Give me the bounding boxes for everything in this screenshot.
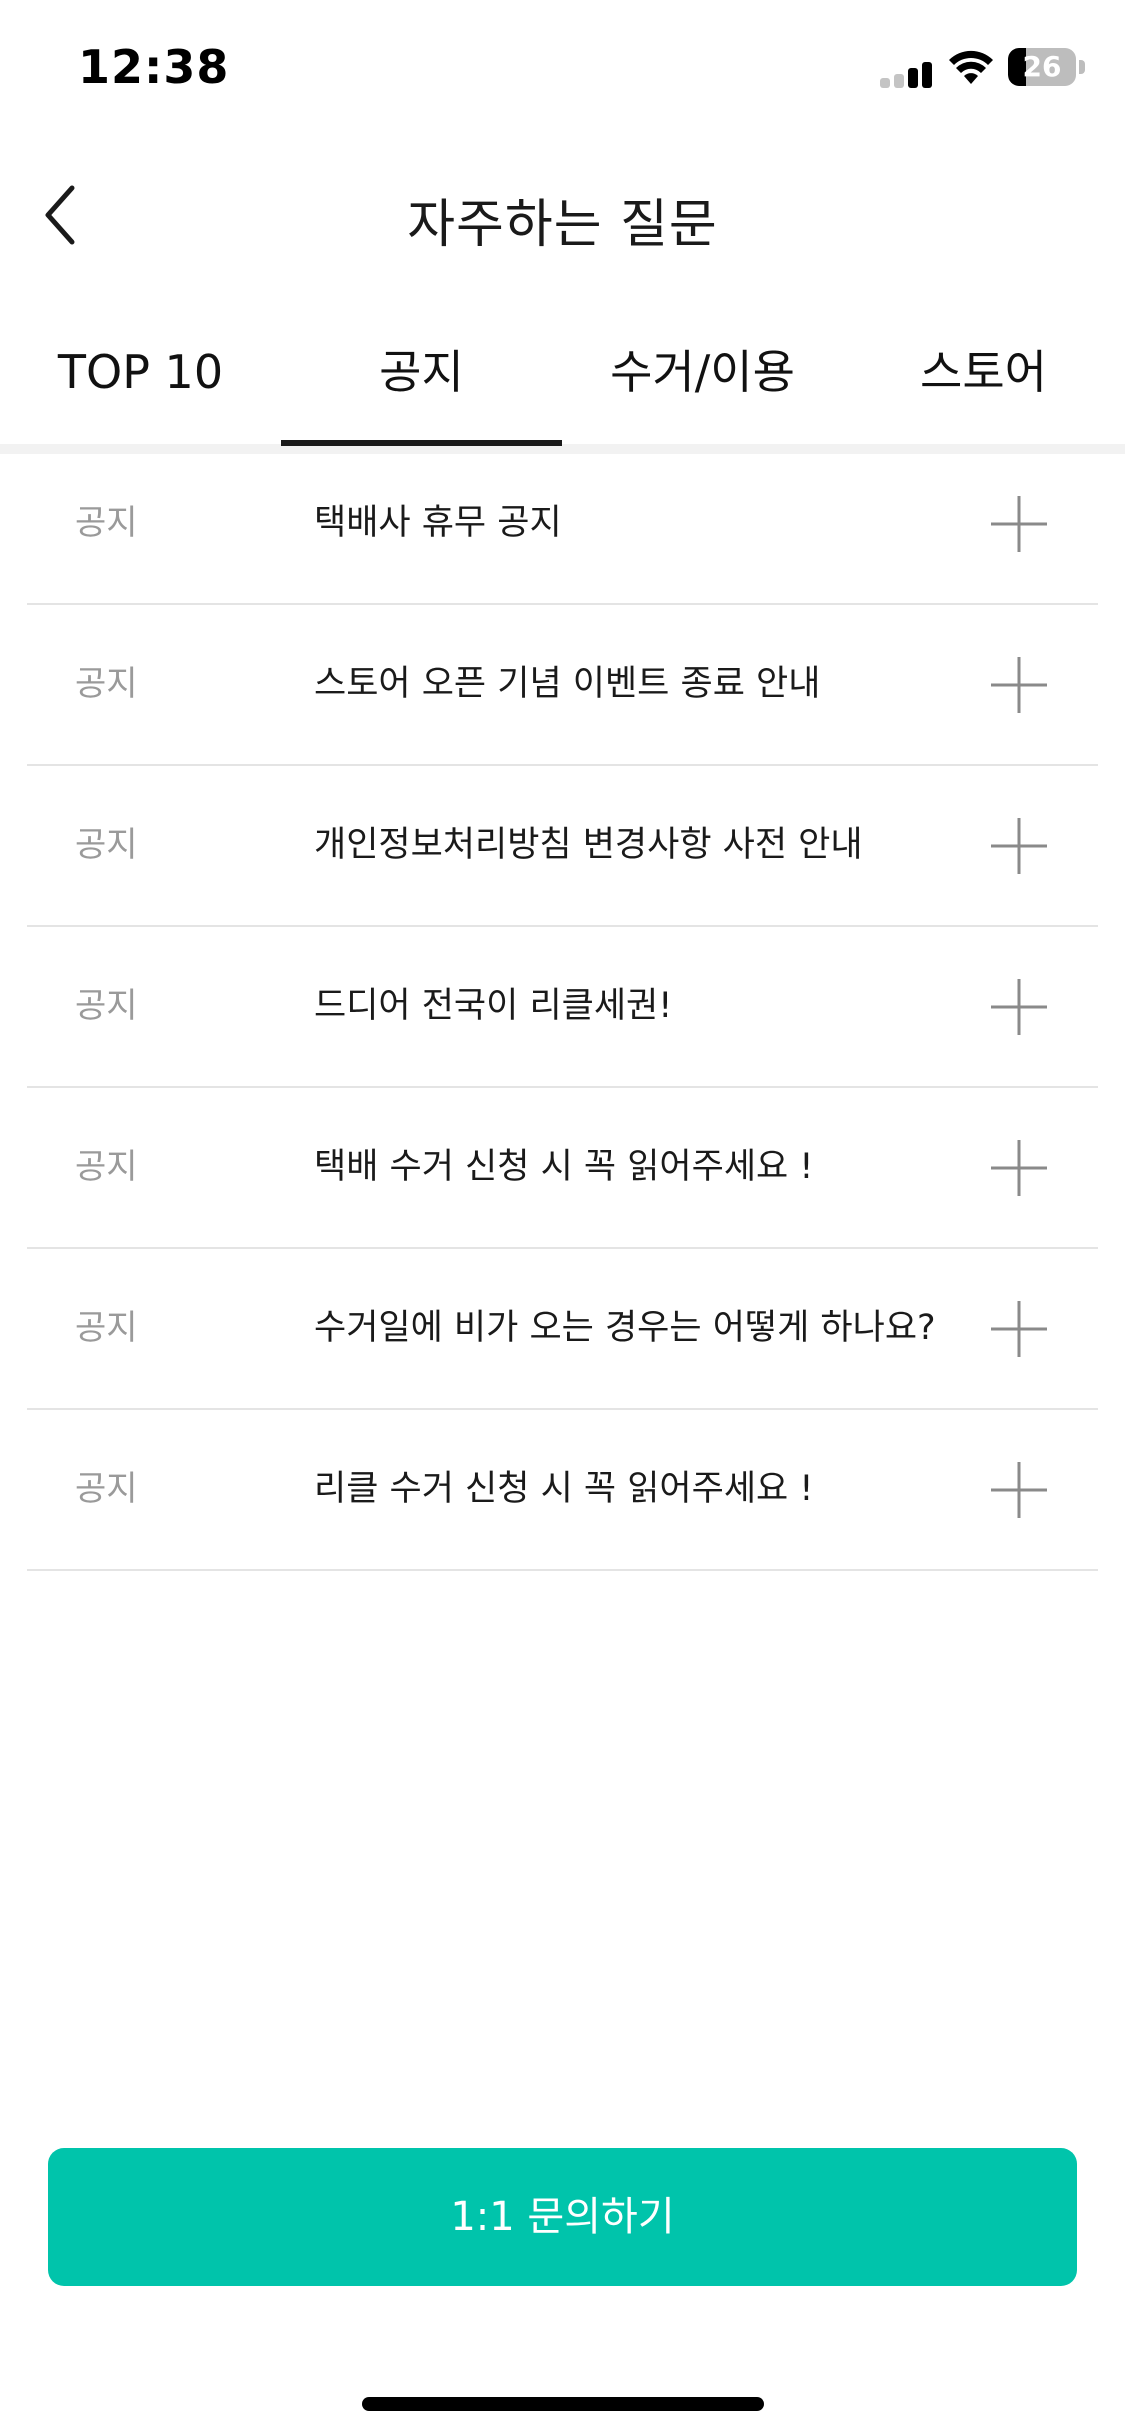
list-item[interactable]: 공지 택배 수거 신청 시 꼭 읽어주세요 !	[27, 1088, 1098, 1249]
tab-collection-usage[interactable]: 수거/이용	[562, 322, 843, 444]
tab-label: 공지	[379, 345, 464, 399]
plus-icon[interactable]	[991, 496, 1047, 552]
category-tabs: TOP 10 공지 수거/이용 스토어	[0, 322, 1125, 454]
tab-top10[interactable]: TOP 10	[0, 322, 281, 444]
notice-category: 공지	[75, 825, 138, 865]
home-indicator	[362, 2397, 764, 2411]
list-item[interactable]: 공지 개인정보처리방침 변경사항 사전 안내	[27, 766, 1098, 927]
tab-store[interactable]: 스토어	[843, 322, 1124, 444]
wifi-icon	[949, 50, 993, 84]
status-time: 12:38	[78, 40, 230, 94]
page-title: 자주하는 질문	[407, 195, 718, 255]
notice-title: 개인정보처리방침 변경사항 사전 안내	[314, 825, 863, 865]
notice-title: 스토어 오픈 기념 이벤트 종료 안내	[314, 664, 821, 704]
plus-icon[interactable]	[991, 979, 1047, 1035]
list-item[interactable]: 공지 택배사 휴무 공지	[27, 444, 1098, 605]
tab-label: 스토어	[920, 345, 1047, 399]
notice-category: 공지	[75, 1469, 138, 1509]
header: 자주하는 질문	[0, 150, 1125, 280]
list-item[interactable]: 공지 스토어 오픈 기념 이벤트 종료 안내	[27, 605, 1098, 766]
plus-icon[interactable]	[991, 1462, 1047, 1518]
tab-label: TOP 10	[57, 345, 224, 399]
list-item[interactable]: 공지 수거일에 비가 오는 경우는 어떻게 하나요?	[27, 1249, 1098, 1410]
plus-icon[interactable]	[991, 818, 1047, 874]
notice-list: 공지 택배사 휴무 공지 공지 스토어 오픈 기념 이벤트 종료 안내 공지 개…	[27, 444, 1098, 1571]
plus-icon[interactable]	[991, 657, 1047, 713]
tab-label: 수거/이용	[610, 345, 795, 399]
status-bar: 12:38 26	[0, 0, 1125, 132]
list-item[interactable]: 공지 드디어 전국이 리클세권!	[27, 927, 1098, 1088]
inquiry-button[interactable]: 1:1 문의하기	[48, 2148, 1077, 2286]
plus-icon[interactable]	[991, 1140, 1047, 1196]
notice-category: 공지	[75, 986, 138, 1026]
notice-category: 공지	[75, 664, 138, 704]
battery-icon: 26	[1008, 48, 1086, 86]
battery-level-text: 26	[1022, 50, 1062, 83]
list-item[interactable]: 공지 리클 수거 신청 시 꼭 읽어주세요 !	[27, 1410, 1098, 1571]
plus-icon[interactable]	[991, 1301, 1047, 1357]
notice-category: 공지	[75, 1147, 138, 1187]
notice-category: 공지	[75, 1308, 138, 1348]
cellular-signal-icon	[880, 60, 934, 88]
notice-category: 공지	[75, 503, 138, 543]
notice-title: 수거일에 비가 오는 경우는 어떻게 하나요?	[314, 1308, 936, 1348]
tab-notice[interactable]: 공지	[281, 322, 562, 446]
notice-title: 택배 수거 신청 시 꼭 읽어주세요 !	[314, 1147, 814, 1187]
notice-title: 드디어 전국이 리클세권!	[314, 986, 673, 1026]
notice-title: 택배사 휴무 공지	[314, 503, 562, 543]
notice-title: 리클 수거 신청 시 꼭 읽어주세요 !	[314, 1469, 814, 1509]
